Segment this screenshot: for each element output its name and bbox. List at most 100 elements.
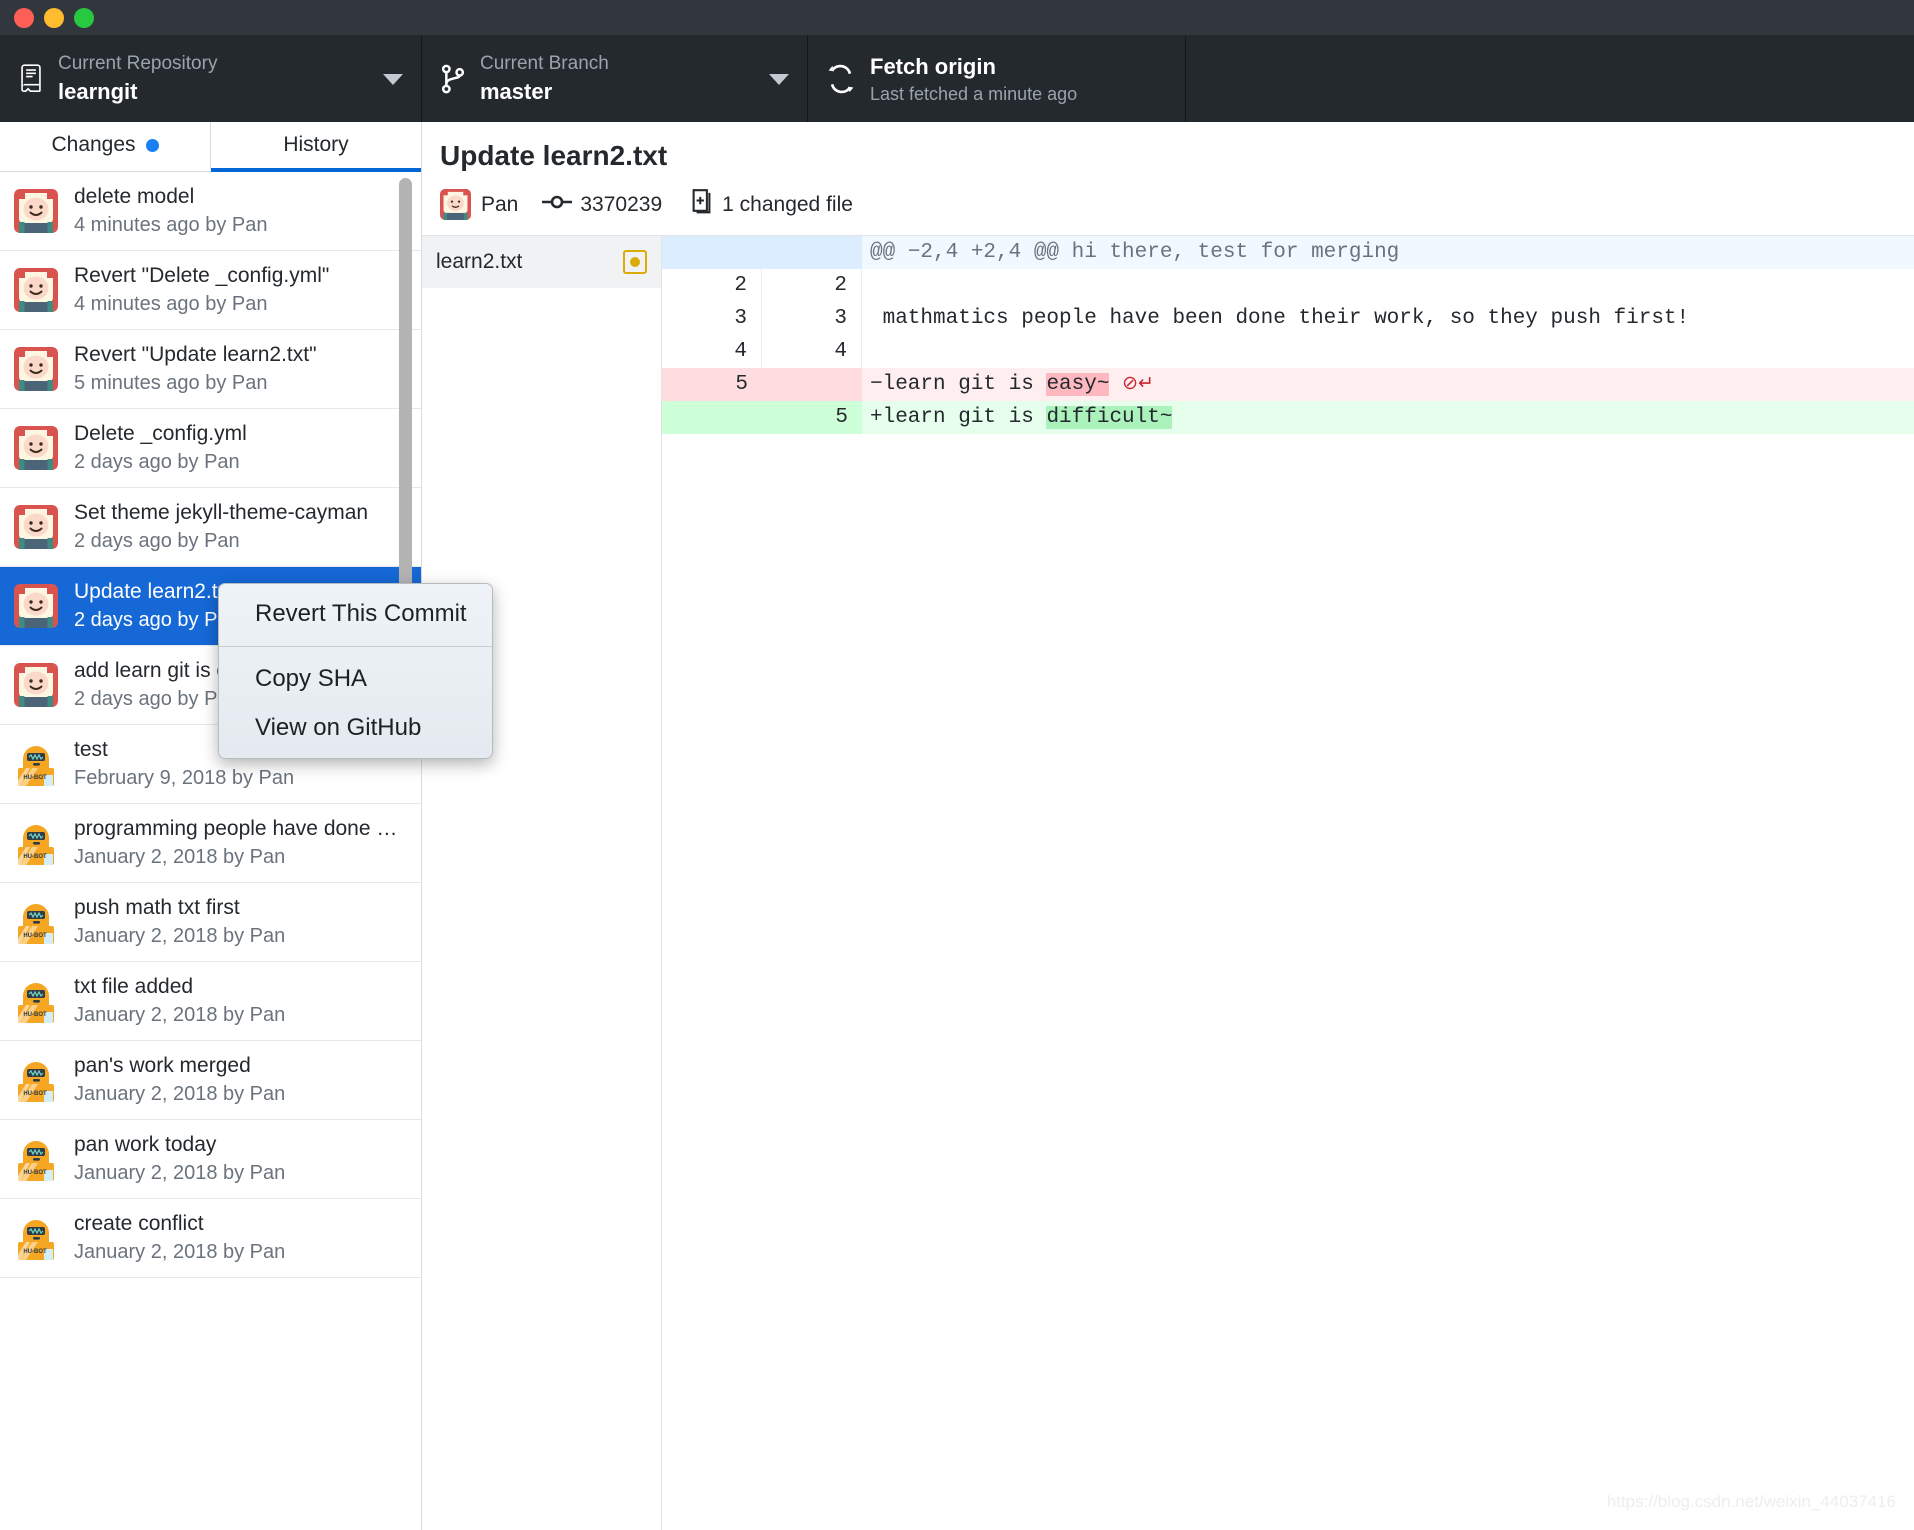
avatar [14,663,58,707]
diff-line-content [862,269,1914,302]
diff-viewer[interactable]: @@ −2,4 +2,4 @@ hi there, test for mergi… [662,236,1914,1530]
minimize-window-button[interactable] [44,7,64,28]
current-repository-button[interactable]: Current Repository learngit [0,36,422,122]
diff-old-line-number [662,401,762,435]
context-menu-item-view-on-github[interactable]: View on GitHub [219,704,492,753]
commit-list-item[interactable]: HU-BOT push math txt first January 2, 2018… [0,883,421,962]
diff-new-line-number: 3 [762,302,862,336]
close-window-button[interactable] [14,7,34,28]
history-sidebar: Changes History delete model 4 minutes ag… [0,122,422,1530]
commit-list-item[interactable]: delete model 4 minutes ago by Pan [0,172,421,251]
diff-new-line-number [762,368,862,402]
commit-list[interactable]: delete model 4 minutes ago by Pan Revert "… [0,172,421,1530]
avatar: HU-BOT [14,1216,58,1260]
commit-sha-group: 3370239 [542,193,678,217]
commit-meta: January 2, 2018 by Pan [74,1083,286,1106]
commit-title: Revert "Delete _config.yml" [74,263,330,287]
avatar [14,584,58,628]
sidebar-scrollbar[interactable] [397,178,414,1530]
avatar [14,268,58,312]
commit-meta: 4 minutes ago by Pan [74,293,268,316]
tab-changes[interactable]: Changes [0,122,211,172]
svg-text:HU-BOT: HU-BOT [23,775,47,781]
commit-meta: January 2, 2018 by Pan [74,1162,286,1185]
current-branch-button[interactable]: Current Branch master [422,36,808,122]
commit-icon [542,193,573,216]
sync-icon [826,63,856,95]
avatar: HU-BOT [14,979,58,1023]
current-repository-label: Current Repository [58,53,218,75]
svg-text:HU-BOT: HU-BOT [23,1012,47,1018]
context-menu-separator [219,645,492,647]
commit-title: Revert "Update learn2.txt" [74,342,317,366]
current-repository-value: learngit [58,78,138,104]
changes-indicator-dot [145,138,159,152]
diff-line-context: 33 mathmatics people have been done thei… [662,302,1914,336]
tab-changes-label: Changes [51,133,136,156]
diff-line-content: mathmatics people have been done their w… [870,307,1690,331]
commit-list-item[interactable]: Revert "Delete _config.yml" 4 minutes ago… [0,251,421,330]
maximize-window-button[interactable] [74,7,94,28]
commit-meta: 5 minutes ago by Pan [74,372,268,395]
current-branch-label: Current Branch [480,53,609,75]
commit-list-item[interactable]: HU-BOT txt file added January 2, 2018 by P… [0,962,421,1041]
diff-new-line-number [762,236,862,270]
commit-meta: January 2, 2018 by Pan [74,1004,286,1027]
branch-icon [440,64,466,94]
svg-text:HU-BOT: HU-BOT [23,854,47,860]
commit-list-item[interactable]: Revert "Update learn2.txt" 5 minutes ago … [0,330,421,409]
file-list-item[interactable]: learn2.txt [422,236,661,289]
commit-title: pan's work merged [74,1053,251,1077]
commit-summary: Update learn2.txt Pan 3370239 1 changed … [422,122,1914,237]
avatar: HU-BOT [14,1137,58,1181]
tab-history-label: History [283,133,349,156]
avatar [14,426,58,470]
commit-title: delete model [74,184,195,208]
commit-list-item[interactable]: HU-BOT programming people have done … Janu… [0,804,421,883]
diff-new-line-number: 4 [762,335,862,369]
commit-context-menu[interactable]: Revert This Commit Copy SHA View on GitH… [218,583,493,760]
avatar [14,505,58,549]
fetch-origin-title: Fetch origin [870,54,996,79]
current-branch-value: master [480,78,553,104]
commit-meta: 2 days ago by Pan [74,530,240,553]
context-menu-item-revert-this-commit[interactable]: Revert This Commit [219,590,492,639]
commit-meta: 2 days ago by Pan [74,451,240,474]
commit-sha: 3370239 [580,192,663,216]
commit-detail-panel: Update learn2.txt Pan 3370239 1 changed … [422,122,1914,1530]
commit-title: pan work today [74,1132,217,1156]
commit-title: Set theme jekyll-theme-cayman [74,500,369,524]
app-toolbar: Current Repository learngit Current Bran… [0,36,1914,122]
commit-title: txt file added [74,974,194,998]
commit-meta: 4 minutes ago by Pan [74,214,268,237]
diff-line-deletion: 5 −learn git is easy~ ⊘↵ [662,368,1914,402]
diff-line-context: 44 [662,335,1914,369]
diff-line-content: @@ −2,4 +2,4 @@ hi there, test for mergi… [870,241,1400,265]
github-desktop-window: Current Repository learngit Current Bran… [0,0,1914,1530]
commit-list-item[interactable]: HU-BOT pan's work merged January 2, 2018 b… [0,1041,421,1120]
fetch-origin-subtitle: Last fetched a minute ago [870,83,1078,104]
diff-area: learn2.txt @@ −2,4 +2,4 @@ hi there, tes… [422,236,1914,1530]
tab-history[interactable]: History [211,122,421,172]
commit-list-item[interactable]: Set theme jekyll-theme-cayman 2 days ago … [0,488,421,567]
commit-author: Pan [481,192,519,216]
changed-file-list: learn2.txt [422,236,662,1530]
avatar [14,189,58,233]
commit-detail-title: Update learn2.txt [440,140,668,171]
diff-old-line-number: 5 [662,368,762,402]
diff-old-line-number: 4 [662,335,762,369]
avatar: HU-BOT [14,1058,58,1102]
commit-list-item[interactable]: HU-BOT pan work today January 2, 2018 by P… [0,1120,421,1199]
changed-files-count: 1 changed file [722,192,853,216]
svg-text:HU-BOT: HU-BOT [23,933,47,939]
avatar [14,347,58,391]
fetch-origin-button[interactable]: Fetch origin Last fetched a minute ago [808,36,1186,122]
context-menu-item-copy-sha[interactable]: Copy SHA [219,655,492,704]
window-titlebar [0,0,1914,36]
commit-list-item[interactable]: Delete _config.yml 2 days ago by Pan [0,409,421,488]
diff-new-line-number: 2 [762,269,862,303]
commit-meta: January 2, 2018 by Pan [74,1241,286,1264]
commit-title: push math txt first [74,895,240,919]
diff-line-content [862,335,1914,368]
commit-list-item[interactable]: HU-BOT create conflict January 2, 2018 by … [0,1199,421,1278]
